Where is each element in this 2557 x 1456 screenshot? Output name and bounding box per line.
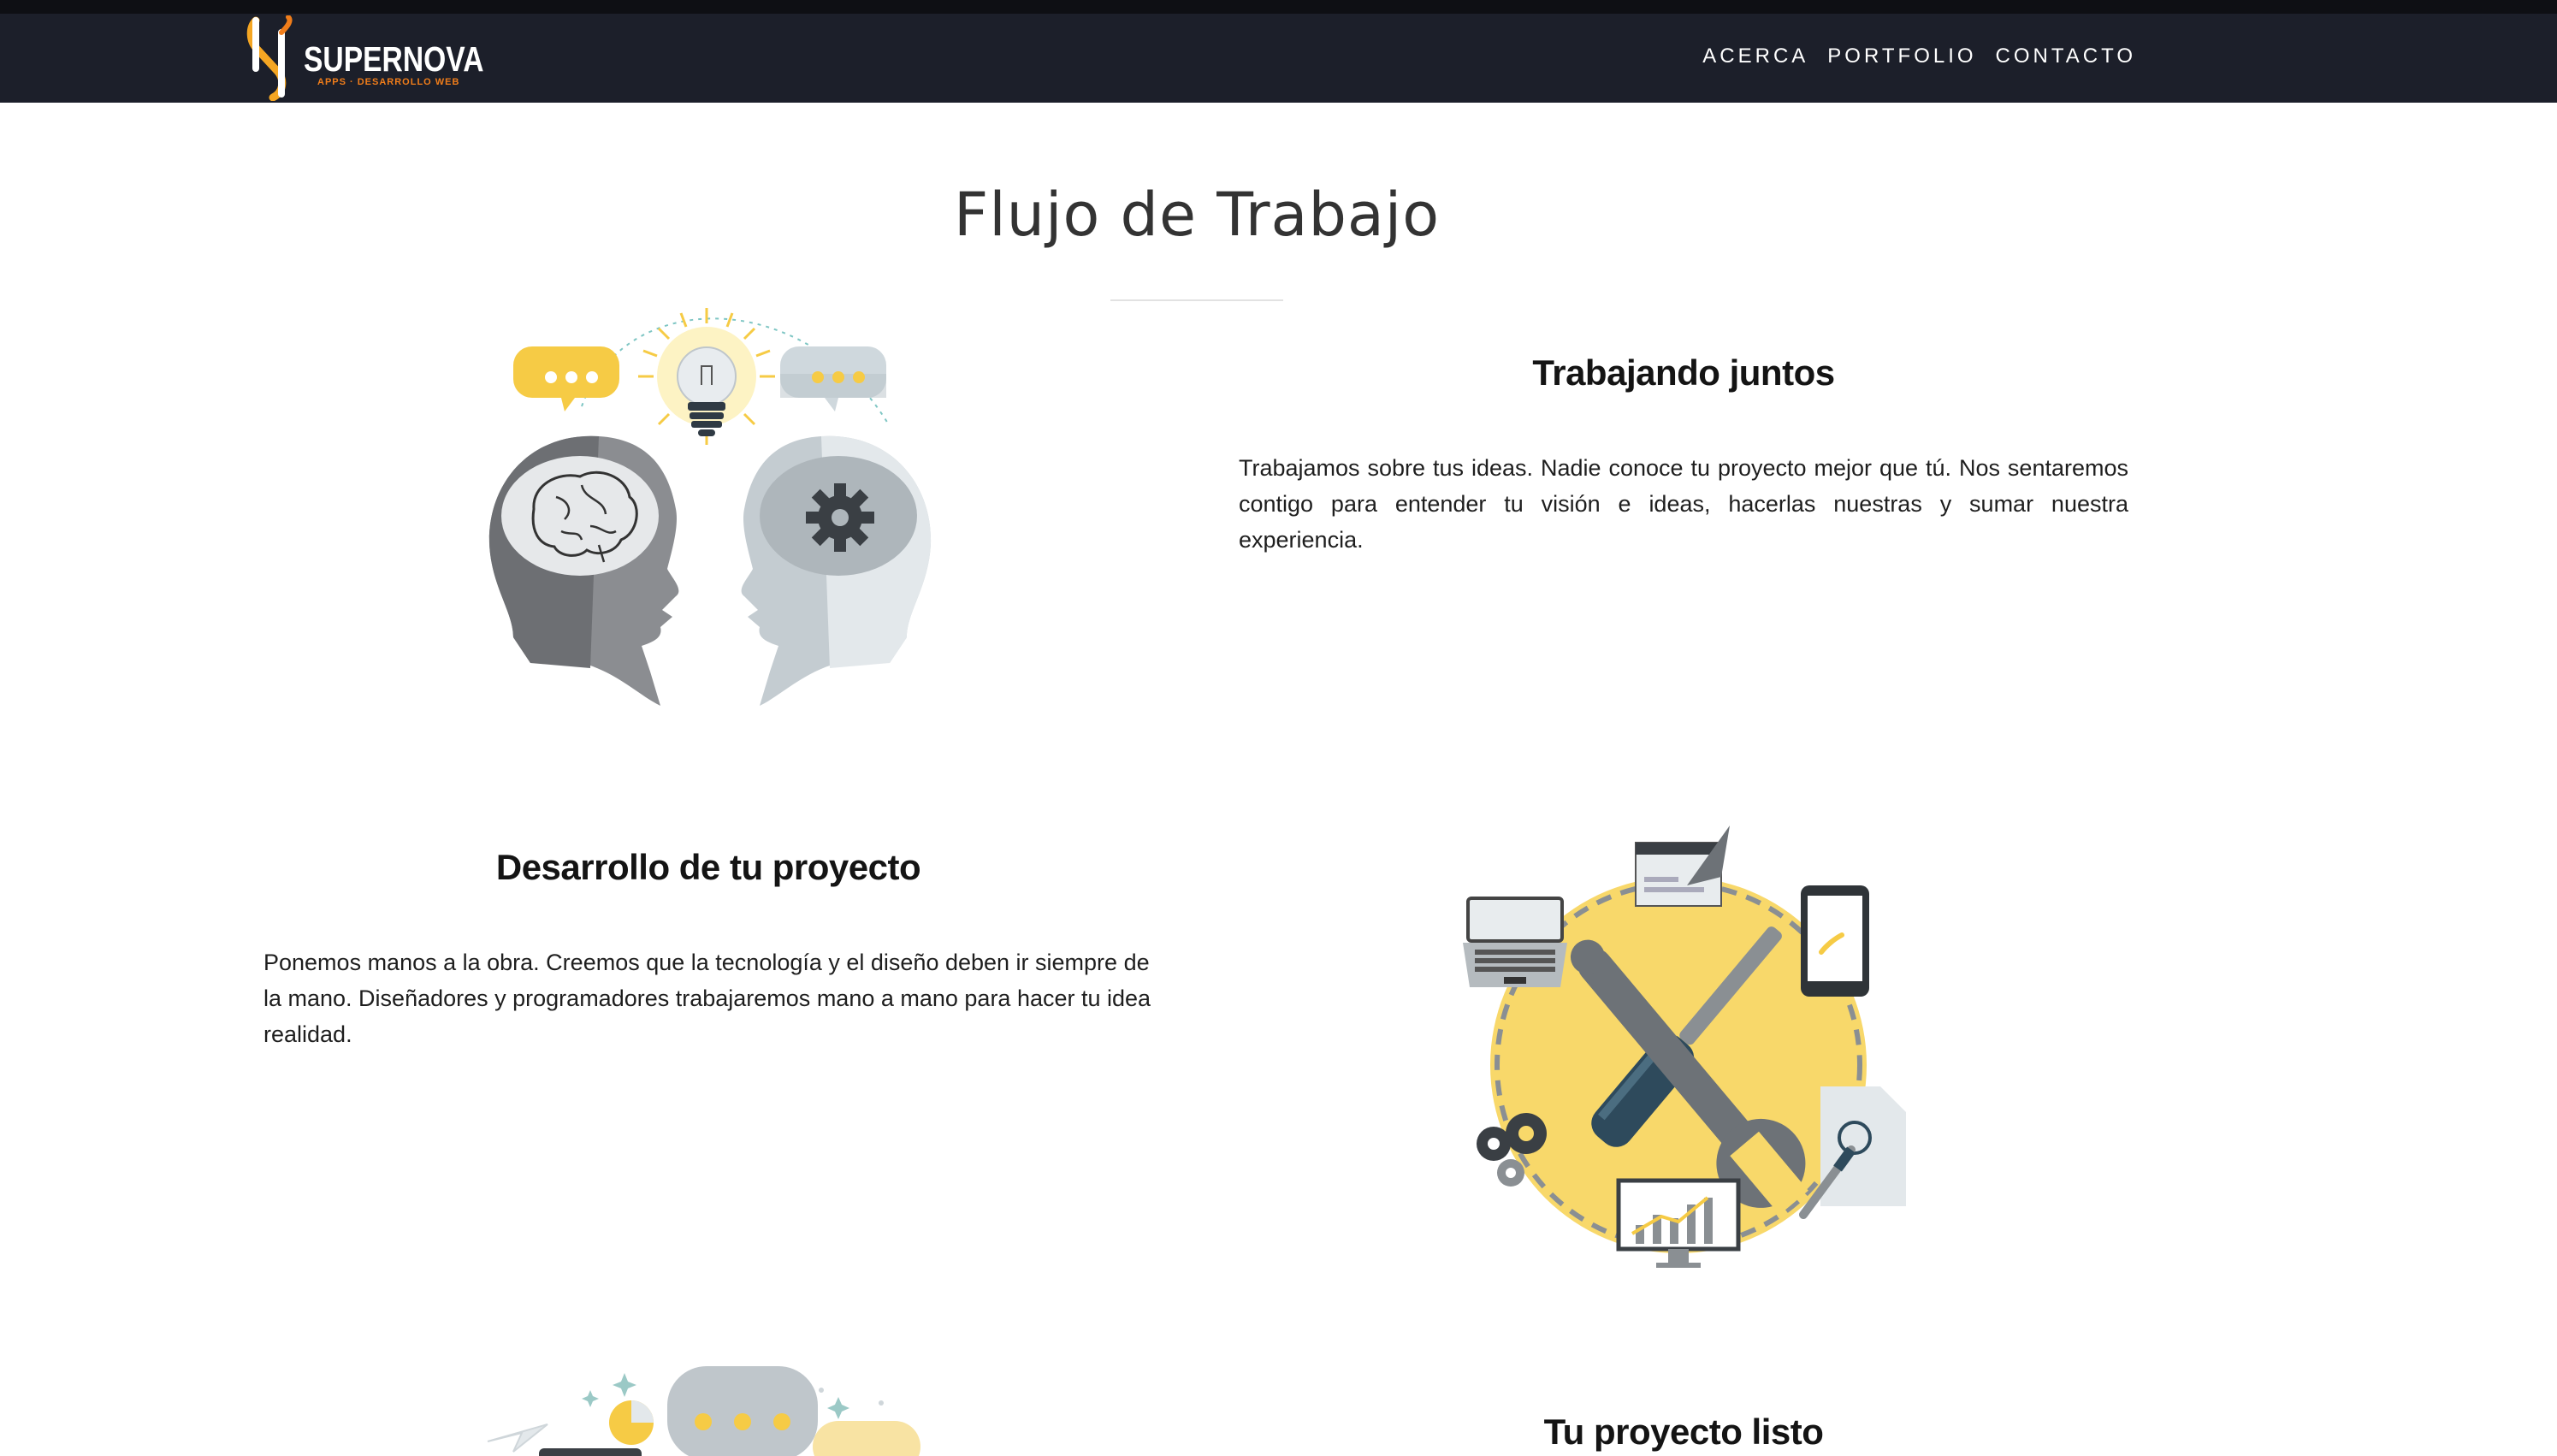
block-heading-proyecto-listo: Tu proyecto listo: [1543, 1412, 1824, 1452]
section-title: Flujo de Trabajo: [953, 180, 1441, 250]
nav-link-acerca[interactable]: ACERCA: [1702, 44, 1808, 68]
block-heading-desarrollo: Desarrollo de tu proyecto: [495, 847, 921, 887]
block-text-desarrollo: Ponemos manos a la obra. Creemos que la …: [263, 950, 1151, 1047]
main-nav: ACERCA PORTFOLIO CONTACTO: [1702, 44, 2136, 68]
brand-name: SUPERNOVA: [304, 39, 484, 79]
top-navbar: SUPERNOVA APPS · DESARROLLO WEB ACERCA P…: [0, 0, 2557, 103]
brand-tagline: APPS · DESARROLLO WEB: [317, 77, 460, 87]
block-heading-trabajando-juntos: Trabajando juntos: [1532, 352, 1835, 393]
launch-chat-illustration: [487, 1366, 920, 1456]
supernova-logo[interactable]: SUPERNOVA APPS · DESARROLLO WEB: [244, 14, 500, 108]
title-divider: [1110, 299, 1283, 301]
supernova-logo-icon: [246, 15, 293, 101]
nav-link-contacto[interactable]: CONTACTO: [1996, 44, 2136, 68]
block-text-trabajando-juntos: Trabajamos sobre tus ideas. Nadie conoce…: [1239, 455, 2128, 553]
tools-development-illustration: [1463, 826, 1906, 1268]
two-heads-brain-gear-illustration: [488, 308, 932, 706]
nav-link-portfolio[interactable]: PORTFOLIO: [1827, 44, 1976, 68]
